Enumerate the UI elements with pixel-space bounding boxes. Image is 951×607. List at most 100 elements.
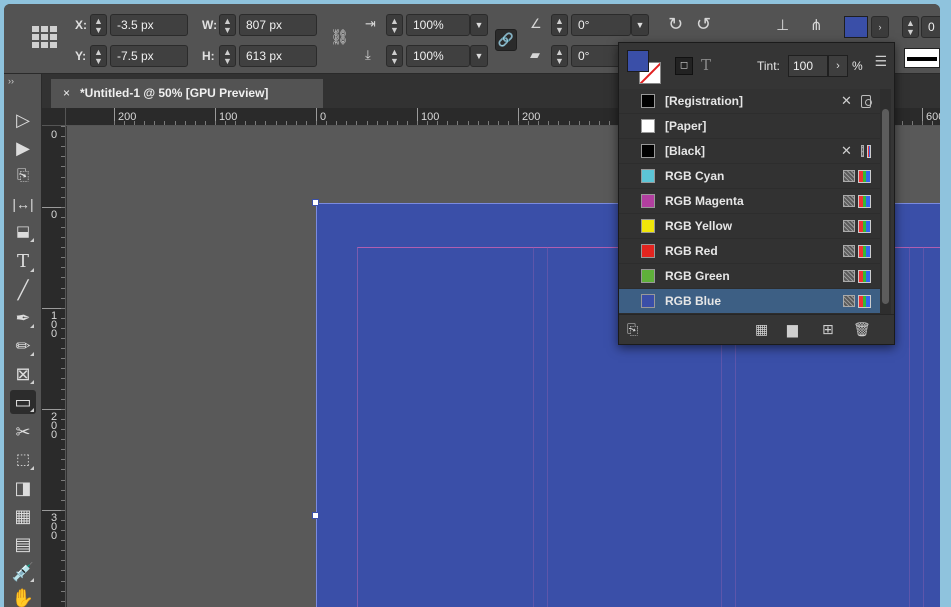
registration-icon	[860, 94, 873, 108]
new-swatch-icon[interactable]: ⊞	[822, 321, 834, 338]
formatting-affects-container-icon[interactable]: ◻	[675, 57, 693, 75]
rotate-dropdown[interactable]: ▼	[631, 14, 649, 36]
formatting-affects-text-icon[interactable]: T	[701, 56, 711, 74]
gradient-swatch-tool-icon[interactable]: ◨	[10, 476, 36, 500]
y-stepper[interactable]: ▲ ▼	[90, 45, 107, 67]
stroke-weight-field[interactable]: 0	[921, 16, 940, 38]
swatch-name: [Black]	[665, 144, 706, 158]
x-stepper[interactable]: ▲ ▼	[90, 14, 107, 36]
non-editable-icon: ✕	[841, 143, 852, 158]
fill-dropdown[interactable]: ›	[871, 16, 889, 38]
swatch-row[interactable]: [Black] ✕	[619, 139, 881, 164]
constrain-scale-button[interactable]: 🔗	[495, 29, 517, 51]
ruler-tick	[922, 121, 923, 125]
document-tab[interactable]: × *Untitled-1 @ 50% [GPU Preview]	[51, 79, 323, 108]
scrollbar-thumb[interactable]	[882, 109, 889, 304]
selection-tool-icon[interactable]: ▷	[10, 108, 36, 132]
rectangle-tool-icon[interactable]: ▭	[10, 390, 36, 414]
selection-handle[interactable]	[312, 199, 319, 206]
selection-handle[interactable]	[312, 512, 319, 519]
h-field[interactable]: 613 px	[239, 45, 317, 67]
delete-swatch-icon[interactable]: 🗑	[853, 321, 871, 338]
v-ruler-label: 100	[51, 310, 58, 340]
swatch-row[interactable]: [Paper]	[619, 114, 881, 139]
swatch-row[interactable]: RGB Cyan	[619, 164, 881, 189]
line-tool-icon[interactable]: ╱	[10, 278, 36, 302]
swatch-row[interactable]: [Registration] ✕	[619, 89, 881, 114]
h-label: H:	[202, 49, 215, 63]
ruler-tick	[114, 121, 115, 125]
tint-slider-button[interactable]: ›	[828, 55, 848, 77]
w-stepper[interactable]: ▲ ▼	[219, 14, 236, 36]
page-tool-icon[interactable]: ⎘	[10, 164, 36, 188]
ruler-tick	[61, 136, 65, 137]
pen-tool-icon[interactable]: ✒	[10, 306, 36, 330]
stroke-style-preview[interactable]	[904, 48, 940, 68]
fill-swatch-button[interactable]	[844, 16, 868, 38]
select-content-icon[interactable]: ⋔	[810, 16, 823, 34]
shear-angle-icon: ▰	[530, 47, 540, 62]
free-transform-tool-icon[interactable]: ⬚	[10, 448, 36, 472]
note-tool-icon[interactable]: ▤	[10, 532, 36, 556]
rotate-field[interactable]: 0°	[571, 14, 631, 36]
ruler-tick	[387, 121, 388, 125]
scale-x-dropdown[interactable]: ▼	[470, 14, 488, 36]
swatch-row[interactable]: RGB Red	[619, 239, 881, 264]
eyedropper-tool-icon[interactable]: 💉	[10, 560, 36, 584]
gradient-feather-tool-icon[interactable]: ▦	[10, 504, 36, 528]
ruler-tick	[61, 318, 65, 319]
ruler-tick	[932, 121, 933, 125]
x-field[interactable]: -3.5 px	[110, 14, 188, 36]
rotate-counterclockwise-icon[interactable]: ↺	[696, 14, 711, 35]
select-container-icon[interactable]: ⊥	[776, 16, 789, 34]
ruler-tick	[437, 121, 438, 125]
y-field[interactable]: -7.5 px	[110, 45, 188, 67]
tint-field[interactable]: 100	[788, 55, 828, 77]
scale-y-stepper[interactable]: ▲ ▼	[386, 45, 403, 67]
swatch-row[interactable]: RGB Yellow	[619, 214, 881, 239]
rotate-stepper[interactable]: ▲ ▼	[551, 14, 568, 36]
rotate-clockwise-icon[interactable]: ↻	[668, 14, 683, 35]
swatch-scrollbar[interactable]	[880, 89, 891, 314]
ruler-tick	[61, 540, 65, 541]
swatch-row[interactable]: RGB Green	[619, 264, 881, 289]
direct-selection-tool-icon[interactable]: ▶	[10, 136, 36, 160]
type-tool-icon[interactable]: T	[10, 250, 36, 274]
folder-icon[interactable]: ▆	[787, 321, 798, 338]
scale-x-stepper[interactable]: ▲ ▼	[386, 14, 403, 36]
gap-tool-icon[interactable]: |↔|	[10, 192, 36, 216]
show-swatch-kinds-icon[interactable]: ⎘	[627, 321, 638, 338]
ruler-tick	[498, 121, 499, 125]
scale-y-dropdown[interactable]: ▼	[470, 45, 488, 67]
scale-x-field[interactable]: 100%	[406, 14, 470, 36]
reference-point-icon[interactable]	[32, 26, 60, 48]
scissors-tool-icon[interactable]: ✂	[10, 420, 36, 444]
content-collector-tool-icon[interactable]: ⬓	[10, 220, 36, 244]
column-guide	[923, 247, 924, 607]
h-stepper[interactable]: ▲ ▼	[219, 45, 236, 67]
panel-menu-icon[interactable]: ☰	[874, 53, 887, 70]
shear-field[interactable]: 0°	[571, 45, 621, 67]
pencil-tool-icon[interactable]: ✏	[10, 334, 36, 358]
process-color-icon	[843, 270, 855, 282]
stroke-weight-stepper[interactable]: ▲ ▼	[902, 16, 919, 38]
w-field[interactable]: 807 px	[239, 14, 317, 36]
swatch-row[interactable]: RGB Magenta	[619, 189, 881, 214]
close-tab-icon[interactable]: ×	[63, 86, 70, 100]
new-color-group-icon[interactable]: ▦	[755, 321, 768, 338]
scale-y-icon: ⤓	[365, 47, 371, 62]
panel-collapse-icon[interactable]: ››	[8, 76, 14, 86]
swatch-color-chip	[641, 119, 655, 133]
hand-tool-icon[interactable]: ✋	[10, 586, 36, 607]
fill-stroke-proxy[interactable]	[627, 50, 661, 84]
x-label: X:	[75, 18, 87, 32]
rectangle-frame-tool-icon[interactable]: ⊠	[10, 362, 36, 386]
swatch-type-icons	[841, 294, 881, 308]
constrain-proportions-icon[interactable]: ⛓	[330, 28, 349, 46]
swatch-row[interactable]: RGB Blue	[619, 289, 881, 314]
scale-y-field[interactable]: 100%	[406, 45, 470, 67]
vertical-ruler[interactable]: 0 0 100 200 300	[42, 126, 66, 607]
shear-stepper[interactable]: ▲ ▼	[551, 45, 568, 67]
fill-swatch-icon[interactable]	[627, 50, 649, 72]
ruler-origin[interactable]	[42, 108, 66, 126]
